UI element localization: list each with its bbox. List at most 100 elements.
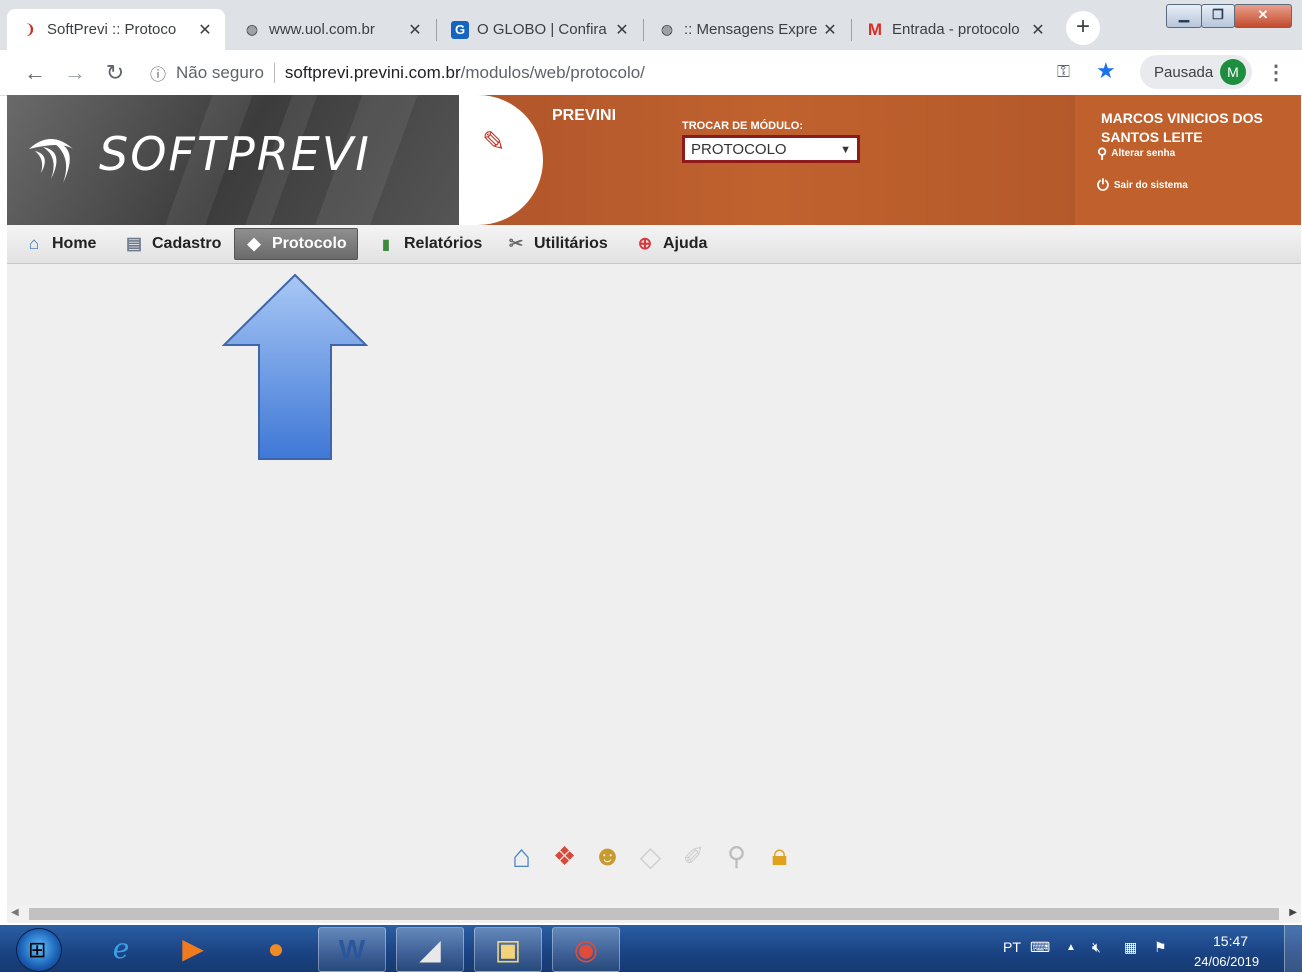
tab-softprevi[interactable]: ❩ SoftPrevi :: Protoco ✕	[7, 9, 225, 50]
menu-item-ajuda[interactable]: ⊕ Ajuda	[626, 228, 717, 260]
module-select[interactable]: PROTOCOLO ▼	[682, 135, 860, 163]
tab-oglobo[interactable]: G O GLOBO | Confira ✕	[437, 9, 642, 50]
profile-status: Pausada	[1154, 63, 1214, 81]
org-name: PREVINI	[552, 107, 617, 124]
power-icon: ⏻	[1097, 177, 1109, 194]
user-name: MARCOS VINICIOS DOS SANTOS LEITE	[1101, 109, 1263, 147]
volume-muted-icon[interactable]: 🔇︎	[1092, 939, 1101, 956]
house-icon[interactable]: ⌂	[500, 836, 543, 876]
user-name-line1: MARCOS VINICIOS DOS	[1101, 110, 1263, 126]
start-button[interactable]: ⊞	[16, 928, 62, 972]
change-password-label: Alterar senha	[1111, 148, 1176, 159]
module-switch-label: TROCAR DE MÓDULO:	[682, 120, 803, 132]
up-arrow-annotation-icon	[222, 273, 368, 460]
new-tab-button[interactable]: +	[1066, 11, 1100, 45]
softprevi-favicon: ❩	[24, 21, 36, 37]
logo-area: SOFTPREVI	[7, 95, 459, 225]
pencil-icon[interactable]: ✐	[672, 836, 715, 876]
house-icon: ⌂	[28, 234, 40, 253]
menu-item-cadastro[interactable]: ▤ Cadastro	[115, 228, 231, 260]
tab-title: Entrada - protocolo	[892, 21, 1020, 38]
protocol-icon: ◆	[247, 234, 261, 253]
clock-time[interactable]: 15:47	[1213, 933, 1248, 949]
close-tab-icon[interactable]: ✕	[405, 20, 425, 40]
close-tab-icon[interactable]: ✕	[195, 20, 215, 40]
taskbar: ⊞ e ▶ ● W ◢ ▣ ◉ PT ⌨ ▲ 🔇︎ ▦ ⚑	[0, 925, 1302, 972]
scroll-right-arrow-icon[interactable]: ▶	[1289, 907, 1297, 918]
dropdown-arrow-icon: ▼	[840, 144, 851, 156]
media-player-icon[interactable]: ▶	[160, 927, 226, 970]
clock-date[interactable]: 24/06/2019	[1194, 954, 1259, 969]
network-icon[interactable]: ▦	[1124, 939, 1137, 956]
minimize-button[interactable]: ▁	[1166, 4, 1202, 28]
language-indicator[interactable]: PT	[1003, 939, 1021, 955]
close-tab-icon[interactable]: ✕	[820, 20, 840, 40]
tab-uol[interactable]: ◍ www.uol.com.br ✕	[229, 9, 435, 50]
action-center-icon[interactable]: ⚑	[1154, 939, 1167, 956]
softprevi-app-icon[interactable]: ◢	[396, 927, 464, 972]
scroll-left-arrow-icon[interactable]: ◀	[11, 907, 19, 918]
firefox-icon[interactable]: ●	[243, 927, 309, 970]
bar-chart-icon: ▮	[382, 235, 390, 252]
magnifier-icon[interactable]: ⚲	[715, 836, 758, 876]
main-menu: ⌂ Home ▤ Cadastro ◆ Protocolo ▮ Relatóri…	[7, 225, 1301, 264]
g-favicon: G	[451, 20, 469, 39]
windows-logo-icon: ⊞	[28, 937, 47, 962]
layers-icon[interactable]: ◇	[629, 836, 672, 876]
quick-access-dock: ⌂ ❖ ☻ ◇ ✐ ⚲ 🔒︎	[500, 836, 801, 876]
kebab-menu-icon[interactable]: ⋮	[1266, 60, 1286, 85]
tray-expand-icon[interactable]: ▲	[1066, 942, 1076, 953]
info-icon[interactable]: ⓘ	[150, 61, 166, 85]
scrollbar-thumb[interactable]	[29, 908, 1279, 920]
menu-label: Cadastro	[152, 235, 222, 252]
forward-arrow-icon[interactable]: →	[62, 50, 88, 95]
tab-title: :: Mensagens Expre	[684, 21, 818, 38]
menu-item-relatorios[interactable]: ▮ Relatórios	[367, 228, 492, 260]
close-window-button[interactable]: ✕	[1234, 4, 1292, 28]
back-arrow-icon[interactable]: ←	[22, 50, 48, 95]
bookmark-star-icon[interactable]: ★	[1096, 58, 1116, 84]
url-host: softprevi.previni.com.br	[284, 63, 461, 82]
tab-title: O GLOBO | Confira	[477, 21, 607, 38]
close-tab-icon[interactable]: ✕	[612, 20, 632, 40]
eraser-icon[interactable]: ✎	[482, 125, 505, 158]
content-area	[7, 264, 1301, 905]
chrome-icon[interactable]: ◉	[552, 927, 620, 972]
reload-icon[interactable]: ↻	[102, 50, 128, 95]
word-icon[interactable]: W	[318, 927, 386, 972]
users-icon[interactable]: ☻	[586, 836, 629, 876]
menu-label: Relatórios	[404, 235, 483, 252]
keyboard-icon[interactable]: ⌨	[1030, 939, 1050, 956]
security-label: Não seguro	[176, 63, 264, 82]
tab-title: www.uol.com.br	[269, 21, 375, 38]
menu-label: Utilitários	[534, 235, 608, 252]
tab-title: SoftPrevi :: Protoco	[47, 21, 177, 38]
logo-text: SOFTPREVI	[99, 127, 371, 181]
globe-icon: ◍	[245, 21, 259, 37]
gmail-icon: M	[867, 19, 883, 39]
horizontal-scrollbar[interactable]: ◀ ▶	[7, 905, 1301, 923]
address-bar[interactable]: ⓘ Não seguro softprevi.previni.com.br /m…	[150, 56, 1130, 90]
padlock-icon[interactable]: 🔒︎	[758, 836, 801, 876]
logout-link[interactable]: ⏻ Sair do sistema	[1097, 177, 1188, 194]
internet-explorer-icon[interactable]: e	[88, 927, 154, 970]
tab-gmail[interactable]: M Entrada - protocolo ✕	[852, 9, 1058, 50]
cubes-icon[interactable]: ❖	[543, 836, 586, 876]
close-tab-icon[interactable]: ✕	[1028, 20, 1048, 40]
tab-mensagens[interactable]: ◍ :: Mensagens Expre ✕	[644, 9, 850, 50]
maximize-button[interactable]: ❐	[1201, 4, 1235, 28]
menu-item-home[interactable]: ⌂ Home	[15, 228, 106, 260]
logout-label: Sair do sistema	[1113, 180, 1188, 191]
menu-item-utilitarios[interactable]: ✂ Utilitários	[497, 228, 618, 260]
profile-button[interactable]: Pausada M	[1140, 55, 1252, 89]
file-explorer-icon[interactable]: ▣	[474, 927, 542, 972]
show-desktop-button[interactable]	[1284, 925, 1302, 972]
user-panel: MARCOS VINICIOS DOS SANTOS LEITE ⚲ Alter…	[1075, 95, 1301, 225]
module-selected-value: PROTOCOLO	[691, 141, 787, 158]
key-icon: ⚲	[1097, 145, 1108, 161]
menu-label: Protocolo	[272, 235, 347, 252]
avatar: M	[1220, 59, 1246, 85]
key-icon[interactable]: ⚿	[1057, 62, 1070, 82]
change-password-link[interactable]: ⚲ Alterar senha	[1097, 145, 1175, 162]
menu-item-protocolo[interactable]: ◆ Protocolo	[234, 228, 358, 260]
